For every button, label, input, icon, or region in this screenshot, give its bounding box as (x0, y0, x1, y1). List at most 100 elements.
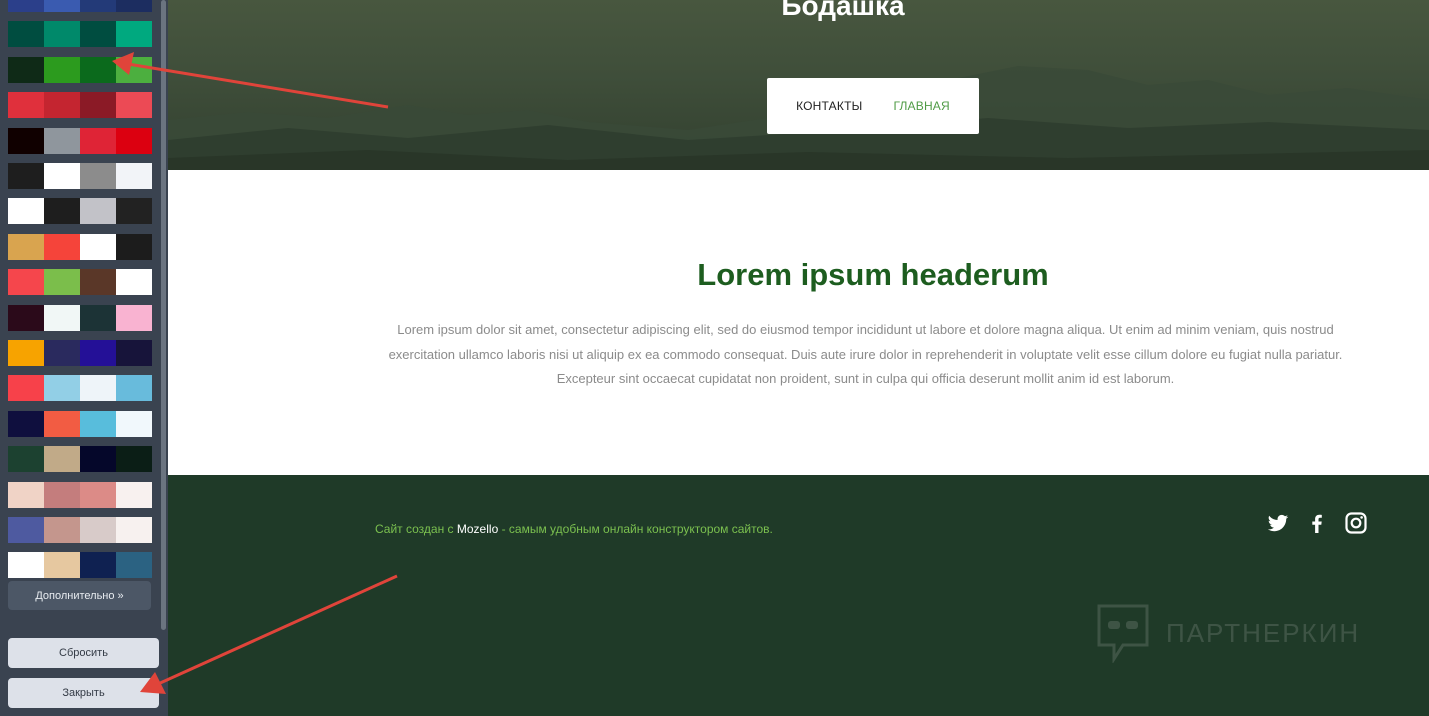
palette-swatch (44, 127, 80, 154)
palette-swatch (8, 0, 44, 12)
palette-swatch (44, 481, 80, 508)
palette-swatch (44, 269, 80, 296)
palette-swatch (44, 56, 80, 83)
palette-swatch (116, 233, 152, 260)
instagram-icon[interactable] (1344, 511, 1368, 535)
palette-option[interactable] (8, 21, 152, 48)
palette-swatch (80, 198, 116, 225)
palette-swatch (116, 163, 152, 189)
palette-swatch (116, 517, 152, 543)
watermark: ПАРТНЕРКИН (1096, 603, 1360, 663)
palette-option[interactable] (8, 517, 152, 543)
palette-swatch (80, 446, 116, 473)
palette-swatch (80, 21, 116, 48)
palette-swatch (116, 446, 152, 473)
palette-option[interactable] (8, 92, 152, 119)
palette-swatch (8, 198, 44, 225)
palette-option[interactable] (8, 304, 152, 331)
palette-option[interactable] (8, 446, 152, 473)
section-body-text: Lorem ipsum dolor sit amet, consectetur … (388, 322, 1343, 386)
palette-swatch (8, 304, 44, 331)
palette-swatch (8, 269, 44, 296)
palette-option[interactable] (8, 269, 152, 296)
palette-swatch (8, 517, 44, 543)
palette-swatch (116, 198, 152, 225)
palette-swatch (44, 198, 80, 225)
palette-swatch (44, 340, 80, 366)
reset-button[interactable]: Сбросить (8, 638, 159, 668)
palette-option[interactable] (8, 552, 152, 579)
site-footer: Сайт создан с Mozello - самым удобным он… (168, 475, 1429, 716)
palette-swatch (8, 127, 44, 154)
more-options-button[interactable]: Дополнительно » (8, 581, 151, 610)
palette-option[interactable] (8, 233, 152, 260)
palette-swatch (80, 375, 116, 402)
palette-swatch (44, 552, 80, 579)
palette-swatch (116, 21, 152, 48)
palette-swatch (80, 163, 116, 189)
palette-option[interactable] (8, 410, 152, 437)
palette-option[interactable] (8, 0, 152, 12)
hero-banner: Бодашка КОНТАКТЫ ГЛАВНАЯ (168, 0, 1429, 170)
palette-swatch (8, 446, 44, 473)
palette-swatch (116, 481, 152, 508)
social-links (1266, 511, 1368, 535)
palette-option[interactable] (8, 163, 152, 189)
palette-option[interactable] (8, 198, 152, 225)
palette-swatch (44, 163, 80, 189)
palette-swatch (8, 21, 44, 48)
palette-swatch (44, 446, 80, 473)
palette-option[interactable] (8, 481, 152, 508)
palette-swatch (80, 552, 116, 579)
palette-swatch (80, 92, 116, 119)
palette-swatch (116, 0, 152, 12)
palette-option[interactable] (8, 340, 152, 366)
footer-credit: Сайт создан с Mozello - самым удобным он… (375, 522, 773, 536)
palette-option[interactable] (8, 56, 152, 83)
palette-swatch (116, 375, 152, 402)
palette-swatch (8, 56, 44, 83)
watermark-text: ПАРТНЕРКИН (1166, 617, 1361, 648)
palette-swatch (80, 56, 116, 83)
twitter-icon[interactable] (1266, 511, 1290, 535)
close-button[interactable]: Закрыть (8, 678, 159, 708)
palette-swatch (8, 340, 44, 366)
palette-swatch (116, 340, 152, 366)
palette-swatch (8, 552, 44, 579)
palette-swatch (44, 92, 80, 119)
palette-swatch (80, 410, 116, 437)
palette-swatch (116, 92, 152, 119)
palette-option[interactable] (8, 375, 152, 402)
palette-swatch (80, 340, 116, 366)
nav-item-home[interactable]: ГЛАВНАЯ (893, 99, 949, 113)
color-scheme-panel: Дополнительно » Сбросить Закрыть (0, 0, 168, 716)
palette-swatch (44, 0, 80, 12)
watermark-logo-icon (1097, 604, 1149, 663)
content-section: Lorem ipsum headerum Lorem ipsum dolor s… (168, 170, 1429, 475)
palette-swatch (116, 304, 152, 331)
palette-option[interactable] (8, 127, 152, 154)
section-heading: Lorem ipsum headerum (697, 257, 1049, 292)
palette-swatch (8, 163, 44, 189)
palette-swatch (44, 410, 80, 437)
palette-swatch (80, 517, 116, 543)
nav-item-contacts[interactable]: КОНТАКТЫ (796, 99, 862, 113)
mozello-link[interactable]: Mozello (457, 522, 498, 536)
panel-scrollbar[interactable] (161, 0, 166, 630)
palette-swatch (116, 269, 152, 296)
palette-swatch (44, 517, 80, 543)
palette-swatch (8, 410, 44, 437)
palette-swatch (80, 0, 116, 12)
footer-credit-prefix: Сайт создан с (375, 522, 457, 536)
palette-swatch (8, 233, 44, 260)
main-navigation: КОНТАКТЫ ГЛАВНАЯ (767, 78, 979, 134)
palette-swatch (44, 233, 80, 260)
palette-swatch (8, 375, 44, 402)
facebook-icon[interactable] (1305, 511, 1329, 535)
palette-swatch (116, 552, 152, 579)
site-title: Бодашка (781, 0, 905, 21)
palette-swatch (44, 304, 80, 331)
palette-swatch (80, 304, 116, 331)
palette-swatch (116, 56, 152, 83)
footer-credit-suffix: - самым удобным онлайн конструктором сай… (498, 522, 773, 536)
